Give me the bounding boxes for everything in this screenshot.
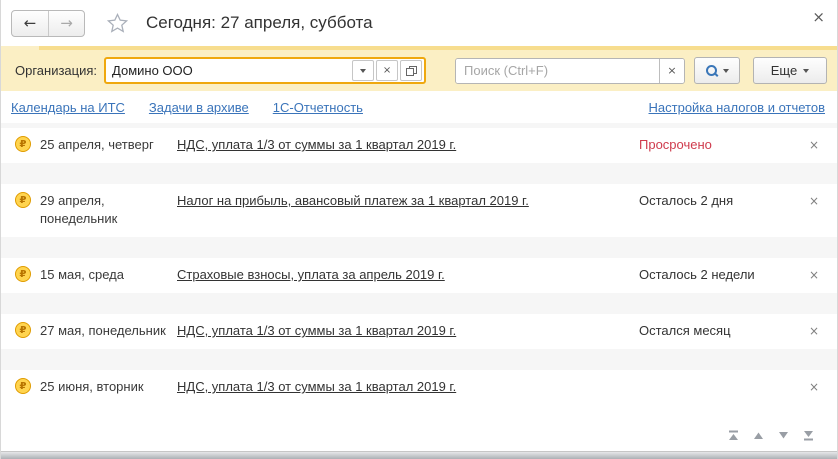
ruble-coin-icon: ₽ <box>15 322 31 338</box>
task-row: ₽ 25 апреля, четверг НДС, уплата 1/3 от … <box>1 128 837 163</box>
toolbar: Организация: × × Еще <box>1 50 837 91</box>
task-dismiss-icon[interactable]: × <box>791 136 837 154</box>
more-button[interactable]: Еще <box>753 57 827 84</box>
scroll-to-bottom-icon[interactable] <box>801 429 815 441</box>
window-header: ← → Сегодня: 27 апреля, суббота × <box>1 0 837 46</box>
ruble-coin-icon: ₽ <box>15 266 31 282</box>
task-date: 25 июня, вторник <box>40 378 177 396</box>
search-input[interactable] <box>456 59 659 83</box>
page-title: Сегодня: 27 апреля, суббота <box>146 13 373 33</box>
task-link[interactable]: НДС, уплата 1/3 от суммы за 1 квартал 20… <box>177 322 639 340</box>
row-separator <box>1 293 837 314</box>
organization-combo[interactable]: × <box>104 57 426 84</box>
link-tax-settings[interactable]: Настройка налогов и отчетов <box>649 100 825 115</box>
task-date: 27 мая, понедельник <box>40 322 177 340</box>
scroll-to-top-icon[interactable] <box>726 429 740 441</box>
task-date: 29 апреля, понедельник <box>40 192 177 228</box>
more-button-label: Еще <box>771 63 797 78</box>
accent-divider <box>1 46 837 50</box>
task-status: Осталось 2 недели <box>639 266 791 284</box>
scroll-up-icon[interactable] <box>751 429 765 441</box>
search-button[interactable] <box>694 57 740 84</box>
task-link[interactable]: Налог на прибыль, авансовый платеж за 1 … <box>177 192 639 210</box>
row-separator <box>1 163 837 184</box>
task-dismiss-icon[interactable]: × <box>791 322 837 340</box>
back-button[interactable]: ← <box>12 11 48 36</box>
search-options-arrow-icon <box>723 69 729 73</box>
organization-label: Организация: <box>15 63 97 78</box>
link-1c-reporting[interactable]: 1С-Отчетность <box>273 100 363 115</box>
organization-dropdown-icon[interactable] <box>352 60 374 81</box>
task-link[interactable]: НДС, уплата 1/3 от суммы за 1 квартал 20… <box>177 378 639 396</box>
task-status: Осталось 2 дня <box>639 192 791 210</box>
organization-input[interactable] <box>106 60 350 81</box>
history-nav-group: ← → <box>11 10 85 37</box>
link-archive-tasks[interactable]: Задачи в архиве <box>149 100 249 115</box>
organization-open-icon[interactable] <box>400 60 422 81</box>
task-date: 25 апреля, четверг <box>40 136 177 154</box>
command-links-row: Календарь на ИТС Задачи в архиве 1С-Отче… <box>1 91 837 123</box>
task-row: ₽ 15 мая, среда Страховые взносы, уплата… <box>1 258 837 293</box>
search-clear-icon[interactable]: × <box>659 59 684 83</box>
ruble-coin-icon: ₽ <box>15 136 31 152</box>
ruble-coin-icon: ₽ <box>15 378 31 394</box>
row-separator <box>1 237 837 258</box>
task-link[interactable]: Страховые взносы, уплата за апрель 2019 … <box>177 266 639 284</box>
favorite-star-icon[interactable] <box>107 13 128 33</box>
row-separator <box>1 349 837 370</box>
window-bottom-frame <box>1 451 837 459</box>
task-dismiss-icon[interactable]: × <box>791 192 837 210</box>
link-calendar-its[interactable]: Календарь на ИТС <box>11 100 125 115</box>
ruble-coin-icon: ₽ <box>15 192 31 208</box>
search-field: × <box>455 58 685 84</box>
task-date: 15 мая, среда <box>40 266 177 284</box>
task-dismiss-icon[interactable]: × <box>791 266 837 284</box>
close-window-icon[interactable]: × <box>812 10 825 25</box>
task-dismiss-icon[interactable]: × <box>791 378 837 396</box>
organization-clear-icon[interactable]: × <box>376 60 398 81</box>
task-row: ₽ 25 июня, вторник НДС, уплата 1/3 от су… <box>1 370 837 405</box>
task-link[interactable]: НДС, уплата 1/3 от суммы за 1 квартал 20… <box>177 136 639 154</box>
forward-button[interactable]: → <box>48 11 84 36</box>
accountant-calendar-window: ← → Сегодня: 27 апреля, суббота × Органи… <box>0 0 838 459</box>
task-row: ₽ 27 мая, понедельник НДС, уплата 1/3 от… <box>1 314 837 349</box>
scroll-down-icon[interactable] <box>776 429 790 441</box>
more-arrow-icon <box>803 69 809 73</box>
task-status: Просрочено <box>639 136 791 154</box>
task-status: Остался месяц <box>639 322 791 340</box>
search-icon <box>706 65 717 76</box>
scroll-controls <box>726 429 815 441</box>
task-list: ₽ 25 апреля, четверг НДС, уплата 1/3 от … <box>1 123 837 405</box>
task-row: ₽ 29 апреля, понедельник Налог на прибыл… <box>1 184 837 237</box>
